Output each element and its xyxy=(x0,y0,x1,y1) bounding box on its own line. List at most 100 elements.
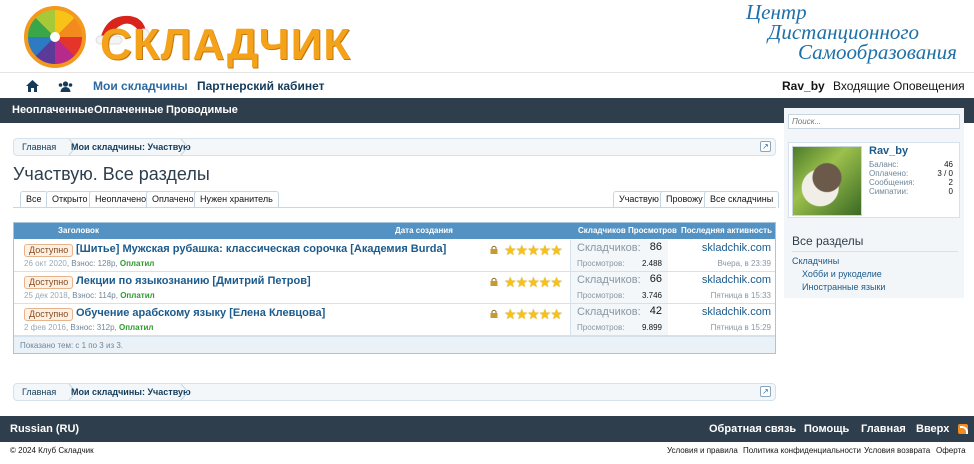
breadcrumb-home[interactable]: Главная xyxy=(22,384,56,400)
paid-status: Оплатил xyxy=(119,259,155,268)
users-icon[interactable] xyxy=(58,81,73,92)
footer-help[interactable]: Помощь xyxy=(804,416,849,442)
row-stats: Складчиков: 66 Просмотров: 3.746 xyxy=(570,272,668,303)
tab-open[interactable]: Открыто xyxy=(46,191,94,208)
views-label: Просмотров: xyxy=(577,259,625,268)
link-terms[interactable]: Условия и правила xyxy=(667,446,738,455)
footer-bar: Russian (RU) Обратная связь Помощь Главн… xyxy=(0,416,974,442)
views-label: Просмотров: xyxy=(577,291,625,300)
jump-to-icon[interactable]: ↗ xyxy=(760,141,771,152)
avatar[interactable] xyxy=(792,146,862,216)
search-input[interactable] xyxy=(788,114,960,129)
status-badge[interactable]: Доступно xyxy=(24,244,74,257)
tab-participating[interactable]: Участвую xyxy=(613,191,665,208)
nav-username[interactable]: Rav_by xyxy=(782,73,825,99)
members-count: 86 xyxy=(649,241,662,253)
thread-date: 26 окт 2020 xyxy=(24,259,67,268)
lock-icon xyxy=(490,309,498,318)
members-label: Складчиков: xyxy=(577,306,641,318)
section-link-hobby[interactable]: Хобби и рукоделие xyxy=(802,269,882,279)
row-main: Доступно Лекции по языкознанию [Дмитрий … xyxy=(14,272,570,303)
link-offer[interactable]: Оферта xyxy=(936,446,966,455)
tab-all-skladchiny[interactable]: Все складчины xyxy=(704,191,780,208)
last-time[interactable]: Пятница в 15:33 xyxy=(711,291,771,300)
jump-to-icon[interactable]: ↗ xyxy=(760,386,771,397)
lock-icon xyxy=(490,245,498,254)
members-count: 42 xyxy=(649,305,662,317)
last-user[interactable]: skladchik.com xyxy=(702,242,771,254)
col-created[interactable]: Дата создания xyxy=(395,223,453,239)
subnav-ongoing[interactable]: Проводимые xyxy=(166,98,238,123)
nav-my-skladchiny[interactable]: Мои складчины xyxy=(93,73,188,99)
table-row[interactable]: Доступно [Шитье] Мужская рубашка: класси… xyxy=(14,240,775,272)
sidebar-username[interactable]: Rav_by xyxy=(869,145,908,157)
row-last-activity: skladchik.com Пятница в 15:29 xyxy=(668,304,775,335)
nav-partner-cabinet[interactable]: Партнерский кабинет xyxy=(197,73,324,99)
footer-top[interactable]: Вверх xyxy=(916,416,949,442)
last-time[interactable]: Пятница в 15:29 xyxy=(711,323,771,332)
thread-meta: 26 окт 2020, Взнос: 128р, Оплатил xyxy=(24,259,154,268)
thread-title[interactable]: Обучение арабскому языку [Елена Клевцова… xyxy=(76,307,325,319)
table-header: Заголовок Дата создания Складчиков Просм… xyxy=(14,223,775,251)
thread-title[interactable]: Лекции по языкознанию [Дмитрий Петров] xyxy=(76,275,311,287)
cdso-logo[interactable]: Центр Дистанционного Самообразования xyxy=(746,2,957,68)
threads-table: Заголовок Дата создания Складчиков Просм… xyxy=(13,222,776,354)
table-row[interactable]: Доступно Обучение арабскому языку [Елена… xyxy=(14,304,775,336)
col-views[interactable]: Просмотров xyxy=(628,223,677,239)
members-count: 66 xyxy=(649,273,662,285)
thread-fee: , Взнос: 312р, xyxy=(65,323,119,332)
tab-all[interactable]: Все xyxy=(20,191,48,208)
language-chooser[interactable]: Russian (RU) xyxy=(10,416,79,442)
last-user[interactable]: skladchik.com xyxy=(702,306,771,318)
orange-slice-logo-icon xyxy=(24,6,86,68)
thread-title[interactable]: [Шитье] Мужская рубашка: классическая со… xyxy=(76,243,446,255)
footer-legal: © 2024 Клуб Складчик Условия и правила П… xyxy=(0,442,974,464)
thread-date: 2 фев 2016 xyxy=(24,323,66,332)
table-row[interactable]: Доступно Лекции по языкознанию [Дмитрий … xyxy=(14,272,775,304)
rating-stars[interactable]: ★★★★★ xyxy=(504,306,563,323)
cdso-line-3: Самообразования xyxy=(798,40,957,64)
last-user[interactable]: skladchik.com xyxy=(702,274,771,286)
status-badge[interactable]: Доступно xyxy=(24,308,74,321)
row-last-activity: skladchik.com Вчера, в 23:39 xyxy=(668,240,775,271)
section-link-languages[interactable]: Иностранные языки xyxy=(802,282,885,292)
user-panel: Rav_by Баланс: 46 Оплачено: 3 / 0 Сообще… xyxy=(788,142,960,218)
footer-home[interactable]: Главная xyxy=(861,416,906,442)
home-icon[interactable] xyxy=(26,80,39,92)
cdso-line-2: Дистанционного xyxy=(768,20,920,44)
nav-alerts[interactable]: Оповещения xyxy=(893,73,965,99)
thread-meta: 25 дек 2018, Взнос: 114р, Оплатил xyxy=(24,291,155,300)
subnav-paid[interactable]: Оплаченные xyxy=(94,98,163,123)
row-stats: Складчиков: 86 Просмотров: 2.488 xyxy=(570,240,668,271)
nav-inbox[interactable]: Входящие xyxy=(833,73,890,99)
tab-unpaid[interactable]: Неоплачено xyxy=(89,191,153,208)
views-count: 9.899 xyxy=(641,323,662,332)
subnav-unpaid[interactable]: Неоплаченные xyxy=(12,98,94,123)
breadcrumb-current[interactable]: Мои складчины: Участвую xyxy=(71,139,191,155)
thread-fee: , Взнос: 114р, xyxy=(67,291,121,300)
link-refund[interactable]: Условия возврата xyxy=(864,446,930,455)
rating-stars[interactable]: ★★★★★ xyxy=(504,242,563,259)
tab-need-keeper[interactable]: Нужен хранитель xyxy=(194,191,279,208)
site-logo[interactable]: СКЛАДЧИК xyxy=(24,6,350,69)
copyright: © 2024 Клуб Складчик xyxy=(10,446,94,455)
footer-feedback[interactable]: Обратная связь xyxy=(709,416,796,442)
breadcrumb-home[interactable]: Главная xyxy=(22,139,56,155)
link-privacy[interactable]: Политика конфиденциальности xyxy=(743,446,861,455)
col-members[interactable]: Складчиков xyxy=(578,223,626,239)
last-time[interactable]: Вчера, в 23:39 xyxy=(717,259,771,268)
page-title: Участвую. Все разделы xyxy=(13,164,210,184)
table-footer: Показано тем: с 1 по 3 из 3. xyxy=(14,336,775,353)
views-label: Просмотров: xyxy=(577,323,625,332)
thread-meta: 2 фев 2016, Взнос: 312р, Оплатил xyxy=(24,323,154,332)
tab-paid[interactable]: Оплачено xyxy=(146,191,200,208)
rating-stars[interactable]: ★★★★★ xyxy=(504,274,563,291)
section-link-skladchiny[interactable]: Складчины xyxy=(792,256,839,266)
status-badge[interactable]: Доступно xyxy=(24,276,74,289)
rss-icon[interactable] xyxy=(958,424,968,434)
views-count: 3.746 xyxy=(641,291,662,300)
breadcrumb-current[interactable]: Мои складчины: Участвую xyxy=(71,384,191,400)
tab-conducting[interactable]: Провожу xyxy=(660,191,709,208)
row-main: Доступно [Шитье] Мужская рубашка: класси… xyxy=(14,240,570,271)
col-title[interactable]: Заголовок xyxy=(58,223,99,239)
